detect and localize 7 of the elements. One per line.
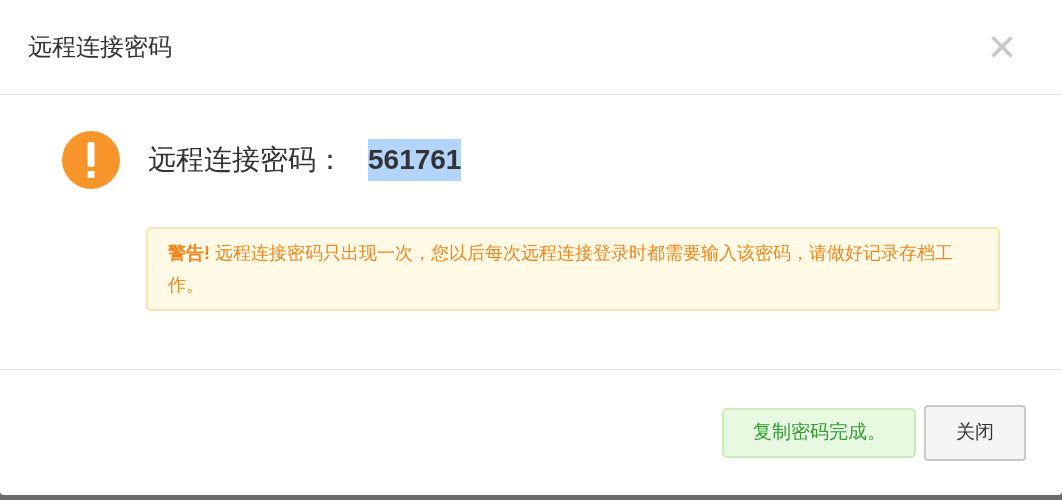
dialog-title: 远程连接密码	[28, 32, 172, 62]
warning-icon	[62, 131, 120, 189]
warning-alert: 警告! 远程连接密码只出现一次，您以后每次远程连接登录时都需要输入该密码，请做好记录存档工作。	[146, 227, 1000, 311]
password-label: 远程连接密码：	[148, 143, 344, 177]
copy-success-notice: 复制密码完成。	[722, 407, 916, 458]
close-dialog-button[interactable]: 关闭	[924, 404, 1026, 461]
password-value: 561761	[368, 139, 462, 181]
